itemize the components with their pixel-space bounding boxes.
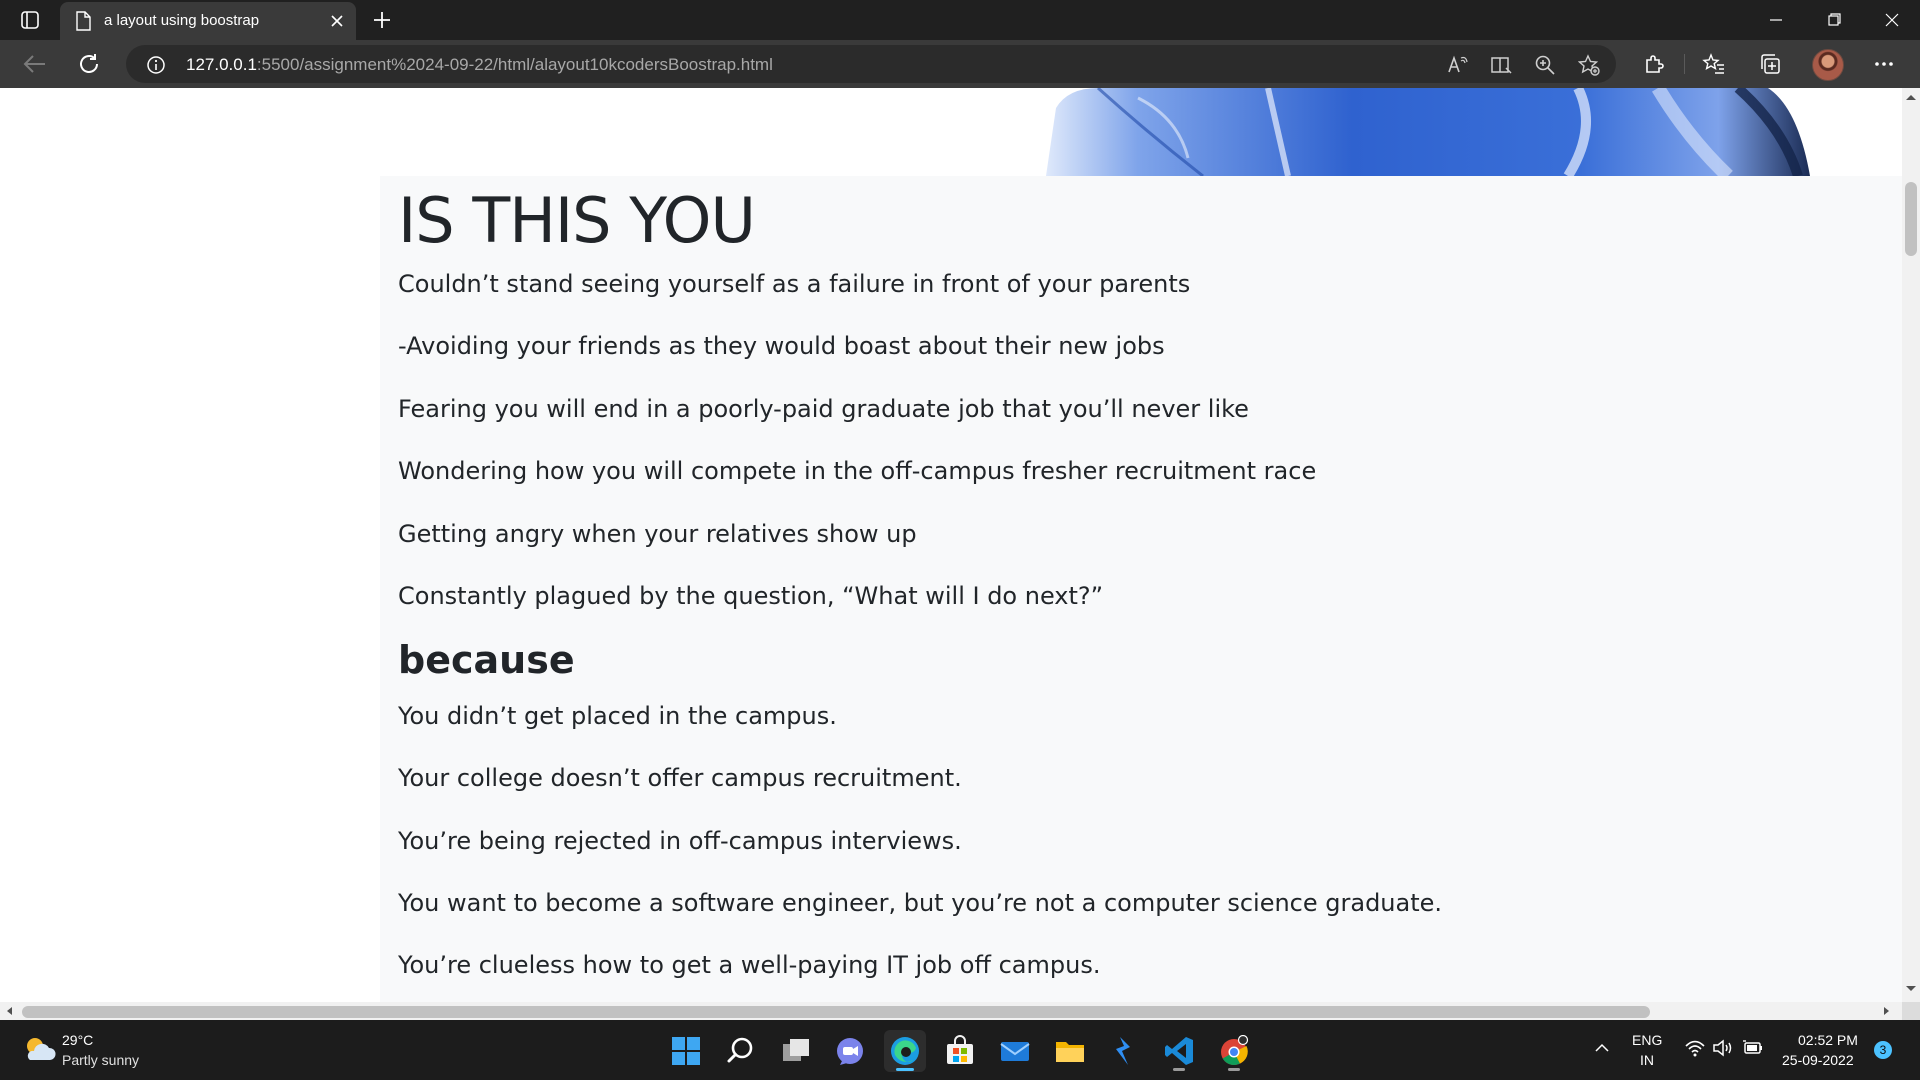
task-view-icon [783, 1039, 809, 1061]
scrollbar-corner [1902, 1002, 1920, 1020]
chrome-taskbar-button[interactable] [1213, 1030, 1255, 1072]
hero-image [1046, 88, 1810, 176]
url-host: 127.0.0.1 [186, 55, 257, 74]
chrome-browser-icon [1221, 1035, 1249, 1065]
running-app-indicator [1228, 1068, 1240, 1071]
microsoft-store-icon [947, 1035, 973, 1064]
scroll-up-arrow-icon[interactable] [1905, 92, 1917, 102]
taskbar-search-button[interactable] [720, 1030, 762, 1072]
volume-icon[interactable] [1712, 1038, 1734, 1058]
collections-icon[interactable] [1758, 52, 1782, 76]
page-icon [76, 11, 91, 31]
horizontal-scrollbar-thumb[interactable] [22, 1006, 1650, 1018]
extensions-icon[interactable] [1642, 52, 1666, 76]
clock-date[interactable]: 25-09-2022 [1782, 1052, 1854, 1068]
favorites-icon[interactable] [1702, 52, 1726, 76]
mail-icon [1000, 1042, 1030, 1061]
intro-paragraph: -Avoiding your friends as they would boa… [398, 332, 1165, 360]
restore-icon[interactable] [1814, 8, 1854, 32]
vertical-scrollbar-thumb[interactable] [1905, 182, 1917, 256]
reason-paragraph: You’re clueless how to get a well-paying… [398, 951, 1101, 979]
add-favorite-icon[interactable] [1578, 54, 1600, 76]
intro-paragraph: Getting angry when your relatives show u… [398, 520, 917, 548]
reason-paragraph: You’re being rejected in off-campus inte… [398, 827, 962, 855]
tab-title: a layout using boostrap [104, 12, 260, 29]
reload-icon[interactable] [76, 51, 102, 77]
scroll-down-arrow-icon[interactable] [1905, 984, 1917, 994]
store-taskbar-button[interactable] [939, 1030, 981, 1072]
vertical-scrollbar[interactable] [1902, 88, 1920, 1002]
intro-paragraph: Couldn’t stand seeing yourself as a fail… [398, 270, 1191, 298]
horizontal-scrollbar[interactable] [0, 1002, 1902, 1020]
input-region[interactable]: IN [1640, 1052, 1654, 1068]
toolbar-divider [1684, 54, 1685, 74]
input-language[interactable]: ENG [1632, 1032, 1662, 1048]
page-heading: IS THIS YOU [398, 184, 756, 257]
windows-logo-icon [672, 1037, 700, 1065]
zoom-icon[interactable] [1534, 54, 1556, 76]
wifi-icon[interactable] [1684, 1038, 1706, 1058]
info-icon[interactable] [146, 55, 166, 75]
search-icon [727, 1037, 753, 1063]
power-automate-icon [1116, 1037, 1130, 1065]
browser-tab-strip: a layout using boostrap [0, 0, 1920, 40]
back-arrow-icon[interactable] [20, 52, 50, 76]
task-view-button[interactable] [775, 1030, 817, 1072]
scroll-right-arrow-icon[interactable] [1882, 1006, 1892, 1016]
new-tab-icon[interactable] [370, 8, 394, 32]
tab-actions-icon[interactable] [20, 10, 40, 30]
profile-avatar[interactable] [1812, 49, 1844, 81]
vscode-icon [1165, 1037, 1193, 1065]
read-aloud-icon[interactable] [1446, 54, 1468, 76]
section-subheading: because [398, 638, 575, 682]
close-icon[interactable] [328, 12, 346, 30]
more-options-icon[interactable] [1872, 52, 1896, 76]
notification-badge[interactable]: 3 [1874, 1041, 1892, 1059]
url-path: :5500/assignment%2024-09-22/html/alayout… [256, 55, 773, 74]
url-text[interactable]: 127.0.0.1:5500/assignment%2024-09-22/htm… [186, 55, 773, 75]
reason-paragraph: You didn’t get placed in the campus. [398, 702, 837, 730]
intro-paragraph: Fearing you will end in a poorly-paid gr… [398, 395, 1249, 423]
battery-icon[interactable] [1742, 1038, 1764, 1058]
reason-paragraph: Your college doesn’t offer campus recrui… [398, 764, 962, 792]
mail-taskbar-button[interactable] [994, 1030, 1036, 1072]
minimize-icon[interactable] [1756, 8, 1796, 32]
page-viewport: IS THIS YOU Couldn’t stand seeing yourse… [0, 88, 1902, 1002]
weather-temperature[interactable]: 29°C [62, 1032, 93, 1048]
chevron-up-icon[interactable] [1594, 1040, 1610, 1056]
immersive-reader-icon[interactable] [1490, 54, 1512, 76]
active-app-indicator [896, 1068, 914, 1071]
edge-taskbar-button[interactable] [884, 1030, 926, 1072]
weather-description[interactable]: Partly sunny [62, 1052, 139, 1068]
close-window-icon[interactable] [1872, 8, 1912, 32]
intro-paragraph: Wondering how you will compete in the of… [398, 457, 1317, 485]
teams-chat-button[interactable] [829, 1030, 871, 1072]
power-automate-taskbar-button[interactable] [1103, 1030, 1145, 1072]
file-explorer-taskbar-button[interactable] [1049, 1030, 1091, 1072]
start-button[interactable] [665, 1030, 707, 1072]
scroll-left-arrow-icon[interactable] [4, 1006, 14, 1016]
vscode-taskbar-button[interactable] [1158, 1030, 1200, 1072]
clock-time[interactable]: 02:52 PM [1798, 1032, 1858, 1048]
chat-icon [837, 1038, 863, 1065]
address-bar[interactable]: 127.0.0.1:5500/assignment%2024-09-22/htm… [126, 45, 1616, 83]
browser-tab[interactable]: a layout using boostrap [60, 2, 356, 40]
browser-toolbar: 127.0.0.1:5500/assignment%2024-09-22/htm… [0, 40, 1920, 88]
content-section: IS THIS YOU Couldn’t stand seeing yourse… [380, 176, 1902, 1002]
partly-sunny-icon[interactable] [22, 1034, 56, 1064]
folder-icon [1056, 1042, 1084, 1062]
taskbar: 29°C Partly sunny ENG IN 02:52 PM 25-09-… [0, 1020, 1920, 1080]
intro-paragraph: Constantly plagued by the question, “Wha… [398, 582, 1104, 610]
edge-browser-icon [891, 1037, 919, 1065]
reason-paragraph: You want to become a software engineer, … [398, 889, 1443, 917]
running-app-indicator [1173, 1068, 1185, 1071]
